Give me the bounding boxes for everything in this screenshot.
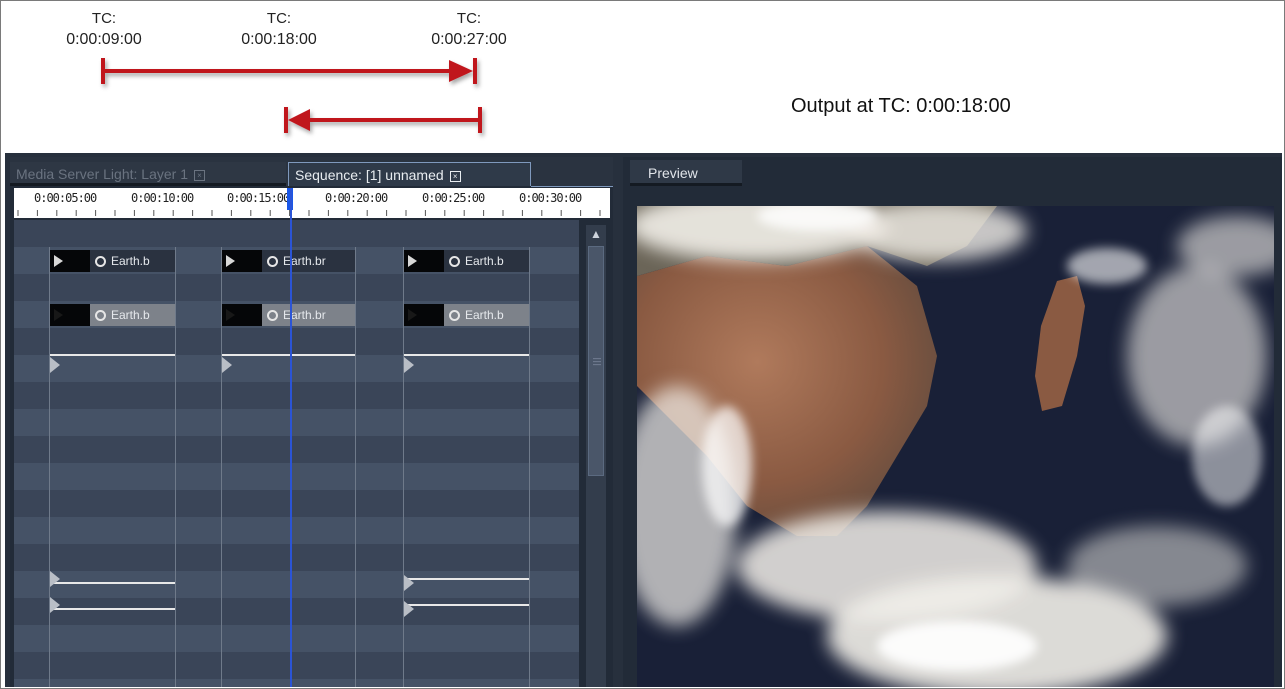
tab-media-server-layer[interactable]: Media Server Light: Layer 1 × (10, 162, 286, 186)
track-row[interactable] (14, 382, 579, 409)
keyframe-line[interactable] (404, 578, 529, 580)
clip[interactable]: Earth.b (50, 304, 175, 326)
scroll-thumb[interactable]: — — — (588, 246, 604, 476)
track-row[interactable] (14, 652, 579, 679)
sequence-panel: Media Server Light: Layer 1 × Sequence: [… (10, 157, 613, 687)
tab-sequence[interactable]: Sequence: [1] unnamed × (288, 162, 531, 186)
backward-arrow (284, 107, 482, 133)
output-timecode-label: Output at TC: 0:00:18:00 (791, 95, 1011, 117)
track-row[interactable] (14, 544, 579, 571)
annotation-arrows (101, 58, 482, 133)
track-row[interactable] (14, 220, 579, 247)
keyframe-marker[interactable] (404, 357, 414, 373)
track-row[interactable] (14, 490, 579, 517)
close-icon[interactable]: × (193, 169, 205, 181)
track-area[interactable] (14, 220, 579, 687)
grip-icon: — — — (593, 354, 601, 369)
scroll-up-arrow-icon[interactable]: ▲ (586, 225, 606, 243)
track-row[interactable] (14, 571, 579, 598)
track-row[interactable] (14, 463, 579, 490)
track-row[interactable] (14, 436, 579, 463)
track-row[interactable] (14, 679, 579, 687)
clock-icon (449, 309, 460, 321)
clip-name: Earth.b (465, 254, 504, 268)
preview-panel: Preview (623, 157, 1282, 687)
vertical-scrollbar[interactable]: ▲ — — — (586, 225, 606, 687)
earth-satellite-image (637, 206, 1274, 687)
keyframe-marker[interactable] (404, 601, 414, 617)
clock-icon (95, 309, 106, 321)
track-row[interactable] (14, 625, 579, 652)
keyframe-line[interactable] (50, 608, 175, 610)
clip[interactable]: Earth.b (404, 304, 529, 326)
clock-icon (267, 309, 278, 321)
track-row[interactable] (14, 355, 579, 382)
segment-border (529, 247, 530, 687)
clip[interactable]: Earth.b (404, 250, 529, 272)
clip[interactable]: Earth.br (222, 304, 355, 326)
tab-underline (531, 186, 613, 187)
keyframe-marker[interactable] (404, 575, 414, 591)
tab-sequence-label: Sequence: [1] unnamed (295, 167, 444, 183)
timeline-ruler[interactable]: 0:00:05:00 0:00:10:00 0:00:15:00 0:00:20… (14, 188, 610, 218)
track-row[interactable] (14, 274, 579, 301)
track-row[interactable] (14, 328, 579, 355)
track-row[interactable] (14, 598, 579, 625)
clip-thumbnail (404, 250, 444, 272)
preview-image (637, 206, 1274, 687)
track-row[interactable] (14, 409, 579, 436)
application-area: Media Server Light: Layer 1 × Sequence: [… (5, 153, 1282, 687)
keyframe-line[interactable] (50, 354, 175, 356)
clip-name: Earth.b (111, 308, 150, 322)
keyframe-marker[interactable] (50, 357, 60, 373)
keyframe-marker[interactable] (222, 357, 232, 373)
clip-thumbnail (222, 304, 262, 326)
annotation-area: TC: 0:00:09:00 TC: 0:00:18:00 TC: 0:00:2… (1, 1, 1282, 153)
playhead-line[interactable] (290, 188, 292, 687)
keyframe-marker[interactable] (50, 597, 60, 613)
ruler-ticks (17, 210, 601, 216)
clip-thumbnail (404, 304, 444, 326)
keyframe-line[interactable] (404, 354, 529, 356)
clip-thumbnail (222, 250, 262, 272)
keyframe-line[interactable] (50, 582, 175, 584)
sequence-tabbar: Media Server Light: Layer 1 × Sequence: [… (10, 157, 613, 187)
clock-icon (267, 255, 278, 267)
tab-preview[interactable]: Preview (630, 160, 742, 186)
clock-icon (449, 255, 460, 267)
close-icon[interactable]: × (449, 170, 461, 182)
clip-thumbnail (50, 250, 90, 272)
tab-media-server-layer-label: Media Server Light: Layer 1 (16, 166, 188, 182)
track-row[interactable] (14, 517, 579, 544)
forward-arrow (101, 58, 477, 84)
clip-name: Earth.b (465, 308, 504, 322)
clip-thumbnail (50, 304, 90, 326)
keyframe-marker[interactable] (50, 571, 60, 587)
clip[interactable]: Earth.br (222, 250, 355, 272)
clock-icon (95, 255, 106, 267)
clip-name: Earth.b (111, 254, 150, 268)
segment-border (355, 247, 356, 687)
segment-border (175, 247, 176, 687)
clip[interactable]: Earth.b (50, 250, 175, 272)
keyframe-line[interactable] (404, 604, 529, 606)
keyframe-line[interactable] (222, 354, 355, 356)
